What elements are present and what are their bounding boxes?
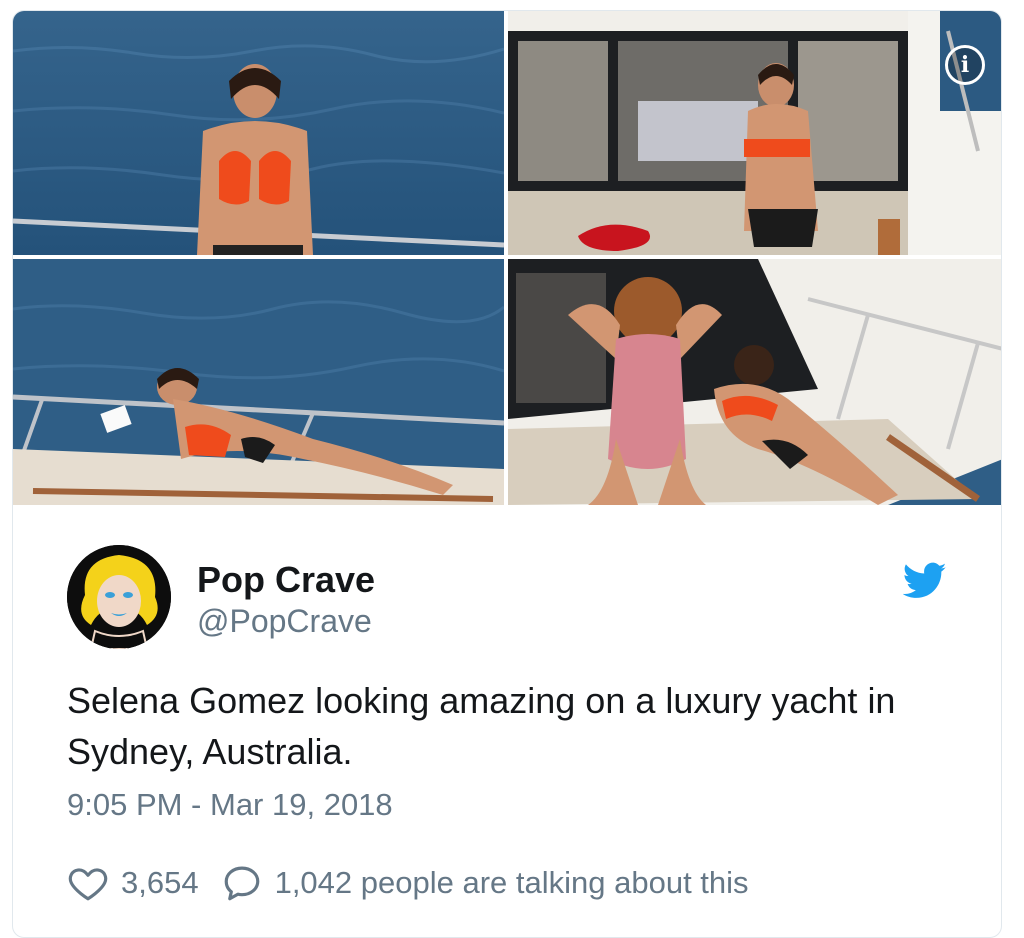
photo-2-image: [508, 11, 1001, 255]
photo-3[interactable]: [13, 259, 504, 505]
talking-count: 1,042 people are talking about this: [274, 865, 749, 900]
twitter-bird-icon[interactable]: [902, 561, 947, 601]
speech-bubble-icon: [224, 866, 259, 901]
tweet-actions: 3,654 1,042 people are talking about thi…: [67, 861, 749, 905]
photo-3-image: [13, 259, 504, 505]
author-names: Pop Crave @PopCrave: [197, 559, 375, 641]
like-button[interactable]: 3,654: [67, 862, 199, 904]
tweet-card: i Pop Crave @PopCrave Selena Gomez looki…: [12, 10, 1002, 938]
tweet-timestamp[interactable]: 9:05 PM - Mar 19, 2018: [67, 787, 393, 823]
media-grid: i: [13, 11, 1001, 505]
avatar-image: [67, 545, 171, 649]
avatar[interactable]: [67, 545, 171, 649]
photo-1[interactable]: [13, 11, 504, 255]
photo-4-image: [508, 259, 1001, 505]
photo-1-image: [13, 11, 504, 255]
display-name[interactable]: Pop Crave: [197, 559, 375, 601]
photo-4[interactable]: [508, 259, 1001, 505]
heart-icon: [68, 868, 108, 901]
info-icon[interactable]: i: [945, 45, 985, 85]
tweet-header: Pop Crave @PopCrave: [67, 545, 967, 655]
user-handle[interactable]: @PopCrave: [197, 601, 375, 641]
photo-2[interactable]: i: [508, 11, 1001, 255]
reply-button[interactable]: 1,042 people are talking about this: [221, 862, 749, 904]
like-count: 3,654: [121, 865, 199, 900]
tweet-text: Selena Gomez looking amazing on a luxury…: [67, 680, 896, 772]
